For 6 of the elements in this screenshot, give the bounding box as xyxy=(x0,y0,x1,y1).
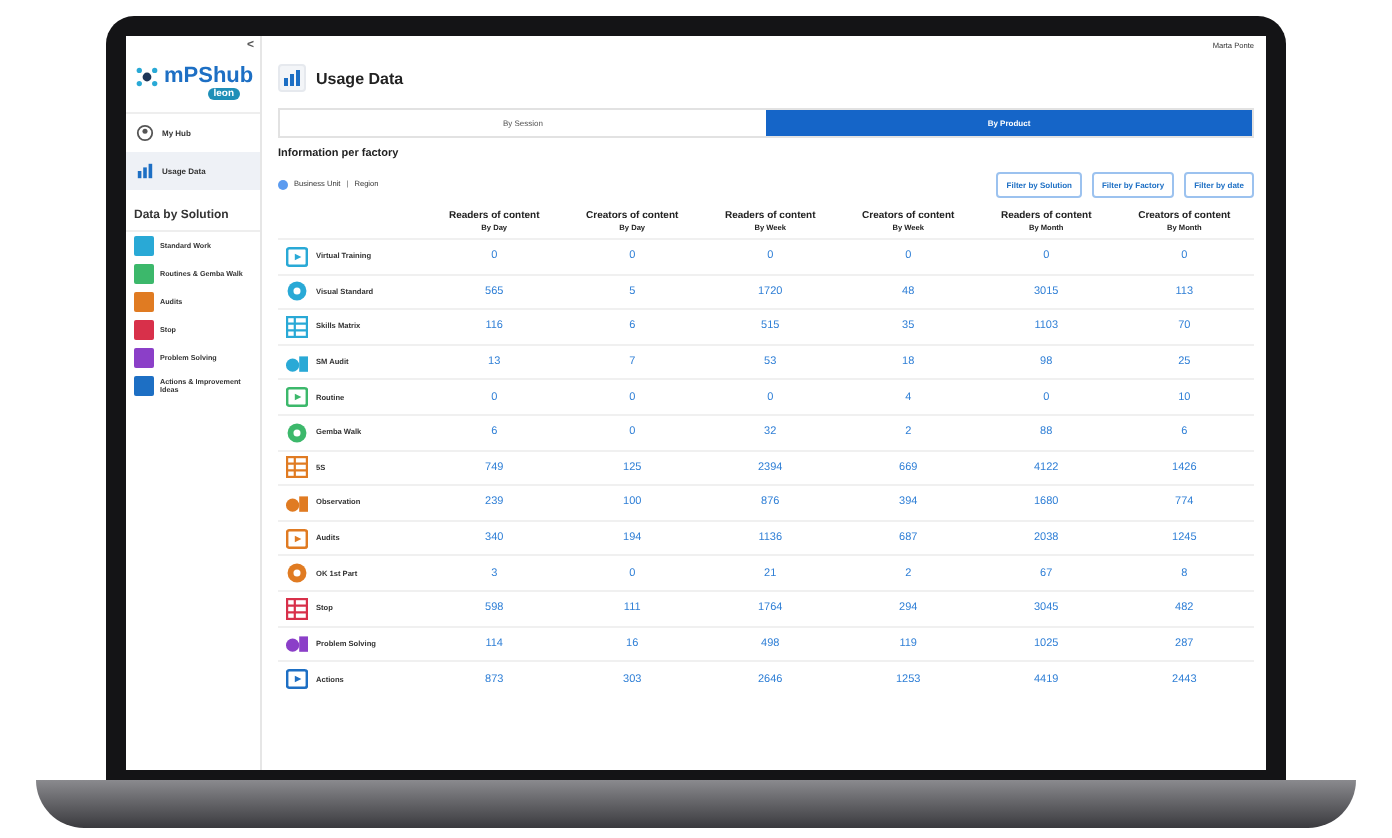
bar-chart-icon xyxy=(136,162,154,180)
molecule-icon xyxy=(134,65,160,87)
dot-icon xyxy=(278,179,288,189)
page-title: Usage Data xyxy=(316,69,404,87)
user-icon xyxy=(136,124,154,142)
logo-text: mPShub xyxy=(164,64,254,88)
